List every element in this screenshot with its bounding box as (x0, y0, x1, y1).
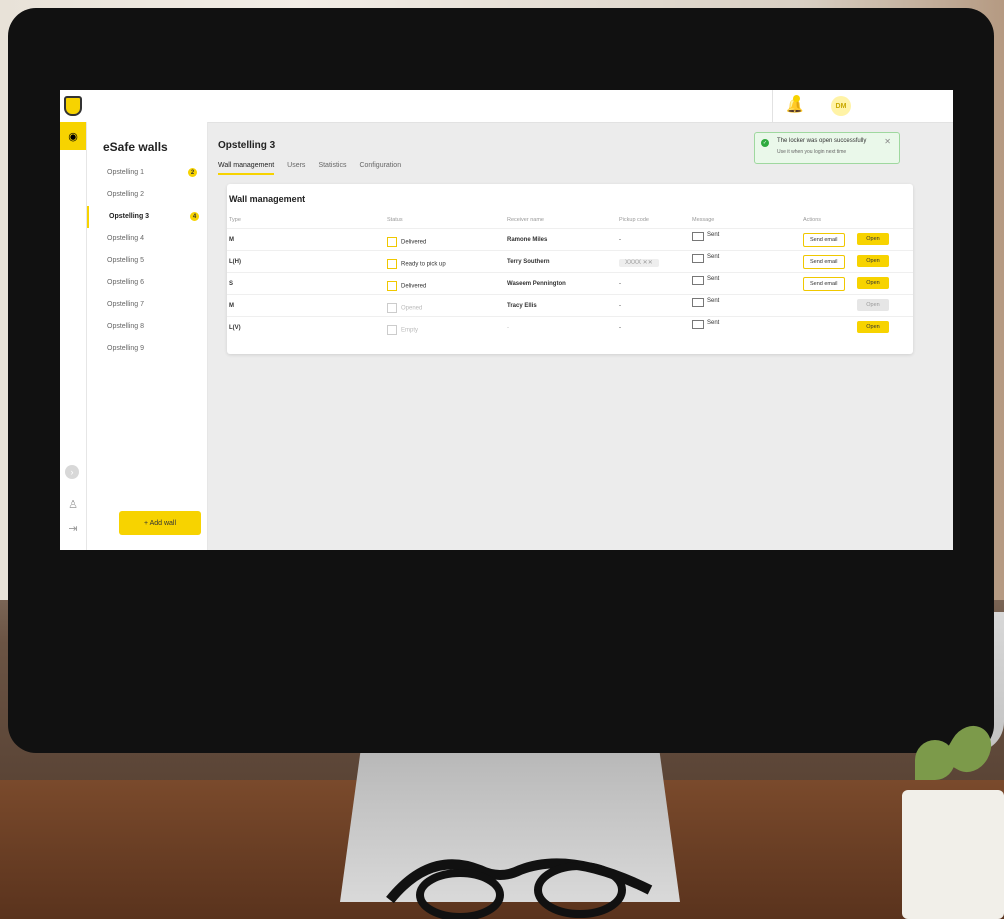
sidebar-item-opstelling-5[interactable]: Opstelling 5 (87, 250, 207, 272)
message-cell: Sent (692, 320, 719, 329)
envelope-icon (692, 320, 704, 329)
send-email-button[interactable]: Send email (803, 255, 845, 269)
sidebar-item-opstelling-2[interactable]: Opstelling 2 (87, 184, 207, 206)
open-button[interactable]: Open (857, 255, 889, 267)
column-header-message: Message (692, 217, 715, 223)
shield-icon (64, 96, 82, 116)
receiver-cell: Tracy Ellis (507, 303, 537, 309)
pickup-cell: - (619, 237, 621, 243)
message-cell: Sent (692, 254, 719, 263)
logo[interactable] (60, 90, 86, 122)
empty-box-icon (387, 325, 397, 335)
open-button[interactable]: Open (857, 277, 889, 289)
receiver-cell: Terry Southern (507, 259, 550, 265)
status-cell: Delivered (387, 237, 426, 247)
status-cell: Ready to pick up (387, 259, 446, 269)
top-bar: 🔔 DM (60, 90, 953, 123)
sidebar-item-opstelling-6[interactable]: Opstelling 6 (87, 272, 207, 294)
count-badge: 4 (190, 212, 199, 221)
message-cell: Sent (692, 232, 719, 241)
wall-management-card: Wall management Type Status Receiver nam… (227, 184, 913, 354)
sidebar-item-opstelling-9[interactable]: Opstelling 9 (87, 338, 207, 360)
notification-dot (793, 95, 800, 102)
sidebar-item-opstelling-7[interactable]: Opstelling 7 (87, 294, 207, 316)
type-cell: S (229, 281, 234, 287)
add-wall-button[interactable]: + Add wall (119, 511, 201, 535)
status-cell: Empty (387, 325, 418, 335)
walls-icon[interactable]: ◉ (60, 122, 86, 150)
app-screen: 🔔 DM ◉ › ♙ ⇥ eSafe walls Opstelling 12 O… (60, 90, 953, 550)
divider (772, 90, 773, 122)
sidebar-item-opstelling-3[interactable]: Opstelling 34 (87, 206, 209, 228)
open-button[interactable]: Open (857, 233, 889, 245)
envelope-icon (692, 298, 704, 307)
tab-wall-management[interactable]: Wall management (218, 162, 275, 175)
sidebar: eSafe walls Opstelling 12 Opstelling 2 O… (87, 122, 209, 550)
receiver-cell: Waseem Pennington (507, 281, 566, 287)
user-icon[interactable]: ♙ (66, 498, 80, 512)
envelope-icon (692, 276, 704, 285)
tabs: Wall management Users Statistics Configu… (218, 162, 401, 175)
column-header-receiver: Receiver name (507, 217, 544, 223)
bell-icon[interactable]: 🔔 (786, 95, 803, 114)
sidebar-item-opstelling-8[interactable]: Opstelling 8 (87, 316, 207, 338)
locker-icon (387, 281, 397, 291)
pickup-cell: XXXX ✕✕ (619, 259, 659, 267)
column-header-actions: Actions (803, 217, 822, 223)
type-cell: M (229, 303, 234, 309)
tab-users[interactable]: Users (287, 162, 305, 175)
locker-icon (387, 237, 397, 247)
pickup-cell: - (619, 303, 621, 309)
close-icon[interactable]: ✕ (884, 137, 891, 146)
envelope-icon (692, 232, 704, 241)
check-icon: ✓ (761, 139, 769, 147)
table-row: M Delivered Ramone Miles - Sent Send ema… (227, 228, 913, 251)
status-cell: Opened (387, 303, 422, 313)
sidebar-item-opstelling-4[interactable]: Opstelling 4 (87, 228, 207, 250)
receiver-cell: Ramone Miles (507, 237, 548, 243)
column-header-status: Status (387, 217, 403, 223)
plant-pot (902, 790, 1004, 919)
pickup-cell: - (619, 281, 621, 287)
column-header-pickup: Pickup code (619, 217, 649, 223)
message-cell: Sent (692, 276, 719, 285)
send-email-button[interactable]: Send email (803, 233, 845, 247)
open-button[interactable]: Open (857, 321, 889, 333)
open-button[interactable]: Open (857, 299, 889, 311)
type-cell: L(H) (229, 259, 241, 265)
envelope-icon (692, 254, 704, 263)
tab-configuration[interactable]: Configuration (359, 162, 401, 175)
card-title: Wall management (229, 194, 306, 204)
avatar[interactable]: DM (831, 96, 851, 116)
send-email-button[interactable]: Send email (803, 277, 845, 291)
message-cell: Sent (692, 298, 719, 307)
receiver-cell: - (507, 325, 509, 331)
tab-statistics[interactable]: Statistics (318, 162, 346, 175)
icon-rail: ◉ › ♙ ⇥ (60, 122, 87, 550)
glasses (386, 858, 653, 919)
type-cell: M (229, 237, 234, 243)
count-badge: 2 (188, 168, 197, 177)
sidebar-item-opstelling-1[interactable]: Opstelling 12 (87, 162, 207, 184)
table-row: S Delivered Waseem Pennington - Sent Sen… (227, 272, 913, 295)
column-header-type: Type (229, 217, 241, 223)
expand-icon[interactable]: › (65, 465, 79, 479)
unlocked-icon (387, 303, 397, 313)
table-row: M Opened Tracy Ellis - Sent Open (227, 294, 913, 317)
page-title: Opstelling 3 (218, 140, 276, 151)
sidebar-title: eSafe walls (103, 140, 168, 154)
toast-subtitle: Use it when you login next time (777, 149, 847, 155)
type-cell: L(V) (229, 325, 241, 331)
toast-title: The locker was open successfully (777, 138, 867, 144)
logout-icon[interactable]: ⇥ (66, 522, 80, 536)
status-cell: Delivered (387, 281, 426, 291)
pickup-cell: - (619, 325, 621, 331)
locker-icon (387, 259, 397, 269)
success-toast: ✓ The locker was open successfully Use i… (754, 132, 900, 164)
table-row: L(V) Empty - - Sent Open (227, 316, 913, 339)
table-row: L(H) Ready to pick up Terry Southern XXX… (227, 250, 913, 273)
